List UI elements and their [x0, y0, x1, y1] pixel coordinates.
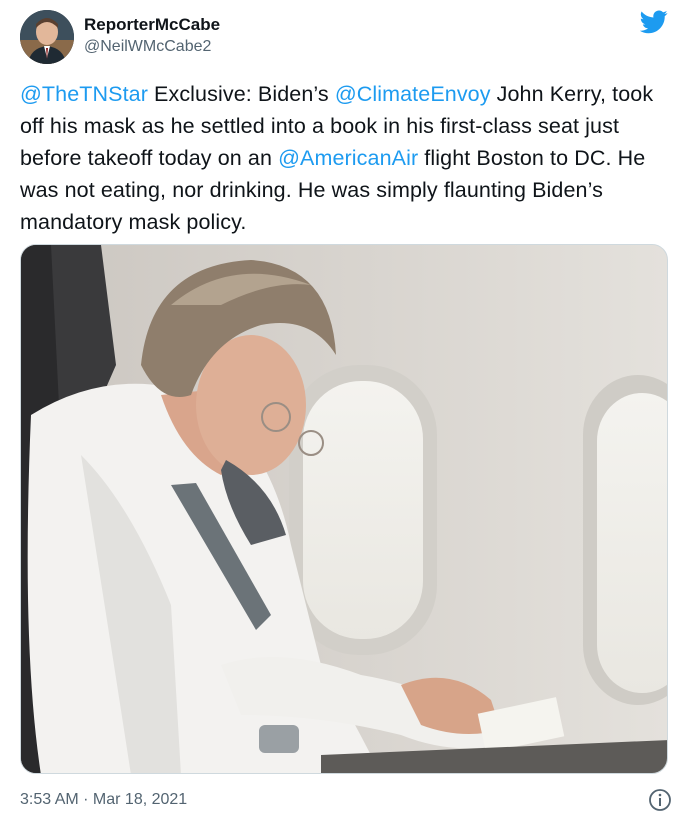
photo-airplane-cabin	[21, 245, 667, 773]
display-name[interactable]: ReporterMcCabe	[84, 14, 220, 36]
tweet-text-part-1: Exclusive: Biden’s	[147, 82, 335, 106]
tweet-header: ReporterMcCabe @NeilWMcCabe2	[20, 8, 670, 64]
mention-americanair[interactable]: @AmericanAir	[278, 146, 418, 170]
info-icon[interactable]	[648, 788, 672, 812]
mention-thetnstar[interactable]: @TheTNStar	[20, 82, 148, 106]
avatar[interactable]	[20, 10, 74, 64]
tweet-time[interactable]: 3:53 AM	[20, 791, 79, 808]
tweet-footer: 3:53 AM · Mar 18, 2021	[20, 788, 672, 812]
author-names: ReporterMcCabe @NeilWMcCabe2	[84, 14, 220, 58]
timestamp-separator: ·	[78, 791, 93, 808]
user-handle[interactable]: @NeilWMcCabe2	[84, 36, 220, 58]
tweet-photo[interactable]	[20, 244, 668, 774]
tweet-date[interactable]: Mar 18, 2021	[93, 791, 187, 808]
avatar-image	[20, 10, 74, 64]
twitter-bird-icon[interactable]	[640, 10, 668, 34]
tweet-text: @TheTNStar Exclusive: Biden’s @ClimateEn…	[20, 78, 670, 238]
mention-climateenvoy[interactable]: @ClimateEnvoy	[335, 82, 491, 106]
